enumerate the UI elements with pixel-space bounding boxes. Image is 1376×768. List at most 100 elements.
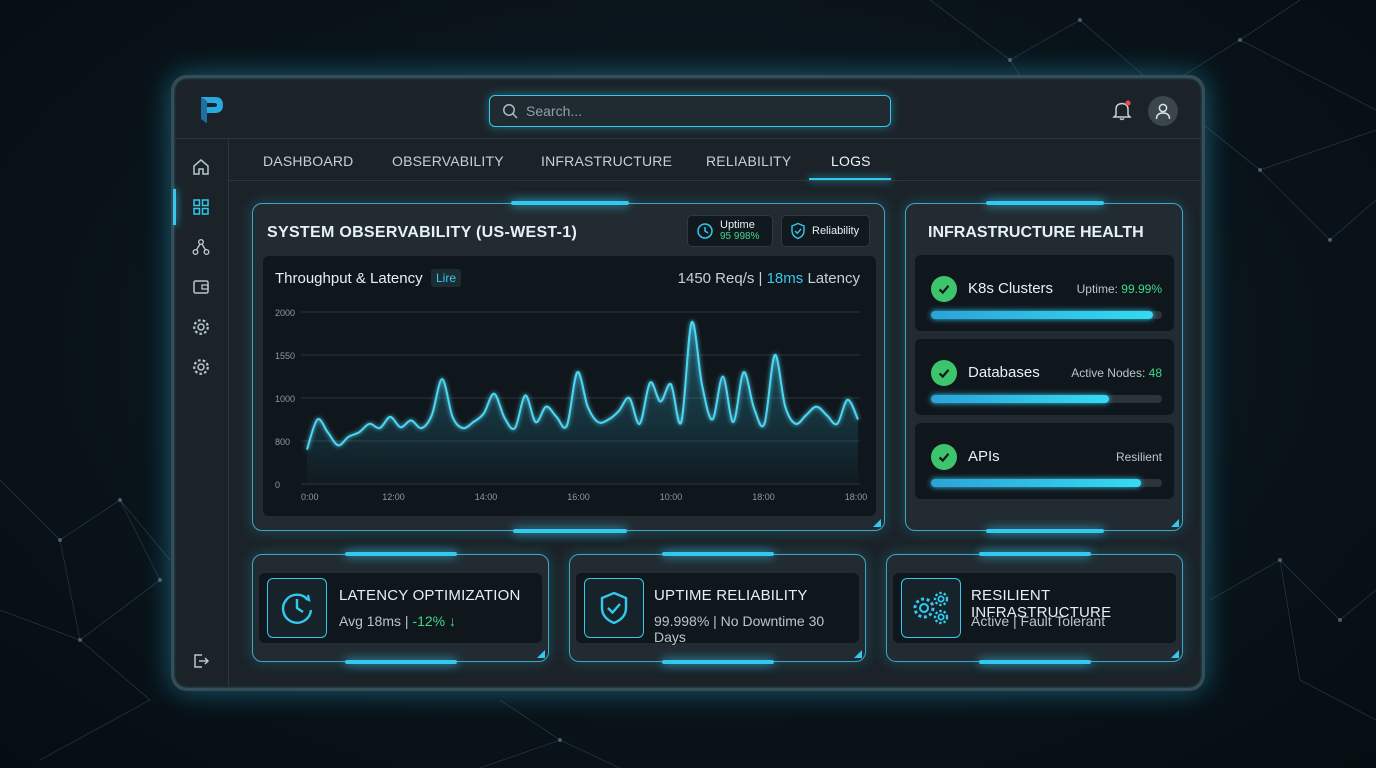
resize-corner: [873, 519, 881, 527]
infra-stat: Uptime: 99.99%: [1077, 282, 1162, 296]
y-tick-label: 800: [275, 437, 290, 447]
tab-bar: DASHBOARD OBSERVABILITY INFRASTRUCTURE R…: [229, 139, 1203, 181]
uptime-badge[interactable]: Uptime 95 998%: [687, 215, 773, 247]
sidebar-settings[interactable]: [189, 315, 213, 339]
resize-corner: [537, 650, 545, 658]
panel-glow-bottom: [345, 660, 457, 664]
feature-sub-text: Active | Fault Tolerant: [971, 613, 1106, 629]
shield-icon: [791, 222, 805, 240]
stat-label: Resilient: [1115, 450, 1162, 464]
stat-value: 48: [1148, 366, 1162, 380]
stat-label: Uptime:: [1076, 282, 1122, 296]
stat-value: 99.99%: [1121, 282, 1162, 296]
reliability-badge[interactable]: Reliability: [781, 215, 870, 247]
x-tick-label: 16:00: [567, 492, 590, 502]
progress-track: [931, 311, 1162, 319]
panel-glow-top: [979, 552, 1091, 556]
panel-glow-top: [345, 552, 457, 556]
sidebar-logout[interactable]: [189, 649, 213, 673]
infra-name: APIs: [968, 448, 1000, 465]
panel-glow-top: [662, 552, 774, 556]
nodes-icon: [192, 239, 210, 255]
search-box[interactable]: [489, 95, 891, 127]
feature-sub-text: Avg 18ms |: [339, 613, 413, 629]
infra-stat: Resilient: [1116, 450, 1162, 464]
notification-bell-icon[interactable]: [1111, 99, 1133, 121]
search-input[interactable]: [526, 103, 866, 119]
app-window: DASHBOARD OBSERVABILITY INFRASTRUCTURE R…: [171, 75, 1205, 691]
resize-corner: [1171, 650, 1179, 658]
progress-fill: [931, 395, 1109, 403]
tab-infrastructure[interactable]: INFRASTRUCTURE: [541, 153, 672, 169]
progress-fill: [931, 311, 1153, 319]
wallet-icon: [193, 280, 209, 294]
requests-metric: 1450 Req/s |: [677, 270, 767, 287]
feature-content: RESILIENT INFRASTRUCTURE Active | Fault …: [893, 573, 1176, 643]
observability-title: SYSTEM OBSERVABILITY (US-WEST-1): [267, 224, 578, 241]
panel-glow-top: [986, 201, 1104, 205]
panel-glow-bottom: [513, 529, 627, 533]
x-tick-label: 0:00: [301, 492, 319, 502]
grid-icon: [193, 199, 209, 215]
check-icon: [931, 360, 957, 386]
progress-fill: [931, 479, 1142, 487]
stat-label: Active Nodes:: [1071, 366, 1149, 380]
gears-icon: [901, 578, 961, 638]
feature-subtitle: Active | Fault Tolerant: [971, 613, 1105, 629]
sidebar-nodes[interactable]: [189, 235, 213, 259]
panel-glow-bottom: [986, 529, 1104, 533]
feature-content: LATENCY OPTIMIZATION Avg 18ms | -12% ↓: [259, 573, 542, 643]
feature-sub-text: 99.998% | No Downtime 30 Days: [654, 613, 825, 645]
latency-metric: 18ms: [766, 270, 804, 287]
x-tick-label: 14:00: [475, 492, 498, 502]
y-tick-label: 2000: [275, 308, 295, 318]
resize-corner: [1171, 519, 1179, 527]
gear-icon: [193, 319, 209, 335]
active-tab-indicator: [809, 178, 891, 180]
progress-track: [931, 479, 1162, 487]
user-avatar[interactable]: [1148, 96, 1178, 126]
x-tick-label: 18:00: [845, 492, 868, 502]
sidebar-grid[interactable]: [173, 189, 213, 225]
user-icon: [1155, 103, 1171, 120]
infra-stat: Active Nodes: 48: [1071, 366, 1162, 380]
tab-dashboard[interactable]: DASHBOARD: [263, 153, 353, 169]
sidebar-home[interactable]: [189, 155, 213, 179]
tab-logs[interactable]: LOGS: [831, 153, 871, 169]
logo-icon: [201, 97, 223, 123]
home-icon: [193, 159, 209, 175]
logout-icon: [194, 654, 210, 668]
x-tick-label: 10:00: [660, 492, 683, 502]
tab-reliability[interactable]: RELIABILITY: [706, 153, 791, 169]
sidebar-wallet[interactable]: [189, 275, 213, 299]
resize-corner: [854, 650, 862, 658]
uptime-badge-label: Uptime: [720, 219, 755, 231]
shield-check-icon: [584, 578, 644, 638]
feature-card-uptime[interactable]: UPTIME RELIABILITY 99.998% | No Downtime…: [569, 552, 866, 664]
panel-glow-bottom: [662, 660, 774, 664]
infra-card-databases[interactable]: Databases Active Nodes: 48: [915, 339, 1174, 415]
throughput-chart: 0 800 1000 1550 2000 0:00 12:00 14:00 16:00 10:00…: [263, 256, 876, 516]
y-tick-label: 1550: [275, 351, 295, 361]
panel-glow-bottom: [979, 660, 1091, 664]
reliability-badge-label: Reliability: [812, 225, 860, 237]
y-tick-label: 0: [275, 480, 280, 490]
chart-metrics: 1450 Req/s | 18ms Latency: [678, 270, 860, 287]
infrastructure-title: INFRASTRUCTURE HEALTH: [928, 224, 1144, 241]
x-tick-label: 18:00: [752, 492, 775, 502]
top-bar: [173, 77, 1203, 139]
infrastructure-health-panel: INFRASTRUCTURE HEALTH K8s Clusters Uptim…: [905, 201, 1183, 533]
feature-content: UPTIME RELIABILITY 99.998% | No Downtime…: [576, 573, 859, 645]
uptime-badge-value: 95 998%: [720, 231, 760, 242]
sidebar-settings-2[interactable]: [189, 355, 213, 379]
tab-observability[interactable]: OBSERVABILITY: [392, 153, 504, 169]
infra-card-k8s[interactable]: K8s Clusters Uptime: 99.99%: [915, 255, 1174, 331]
check-icon: [931, 276, 957, 302]
progress-track: [931, 395, 1162, 403]
infra-card-apis[interactable]: APIs Resilient: [915, 423, 1174, 499]
gear-icon: [193, 359, 209, 375]
clock-icon: [697, 223, 713, 239]
x-tick-label: 12:00: [382, 492, 405, 502]
feature-card-resilient[interactable]: RESILIENT INFRASTRUCTURE Active | Fault …: [886, 552, 1183, 664]
feature-card-latency[interactable]: LATENCY OPTIMIZATION Avg 18ms | -12% ↓: [252, 552, 549, 664]
